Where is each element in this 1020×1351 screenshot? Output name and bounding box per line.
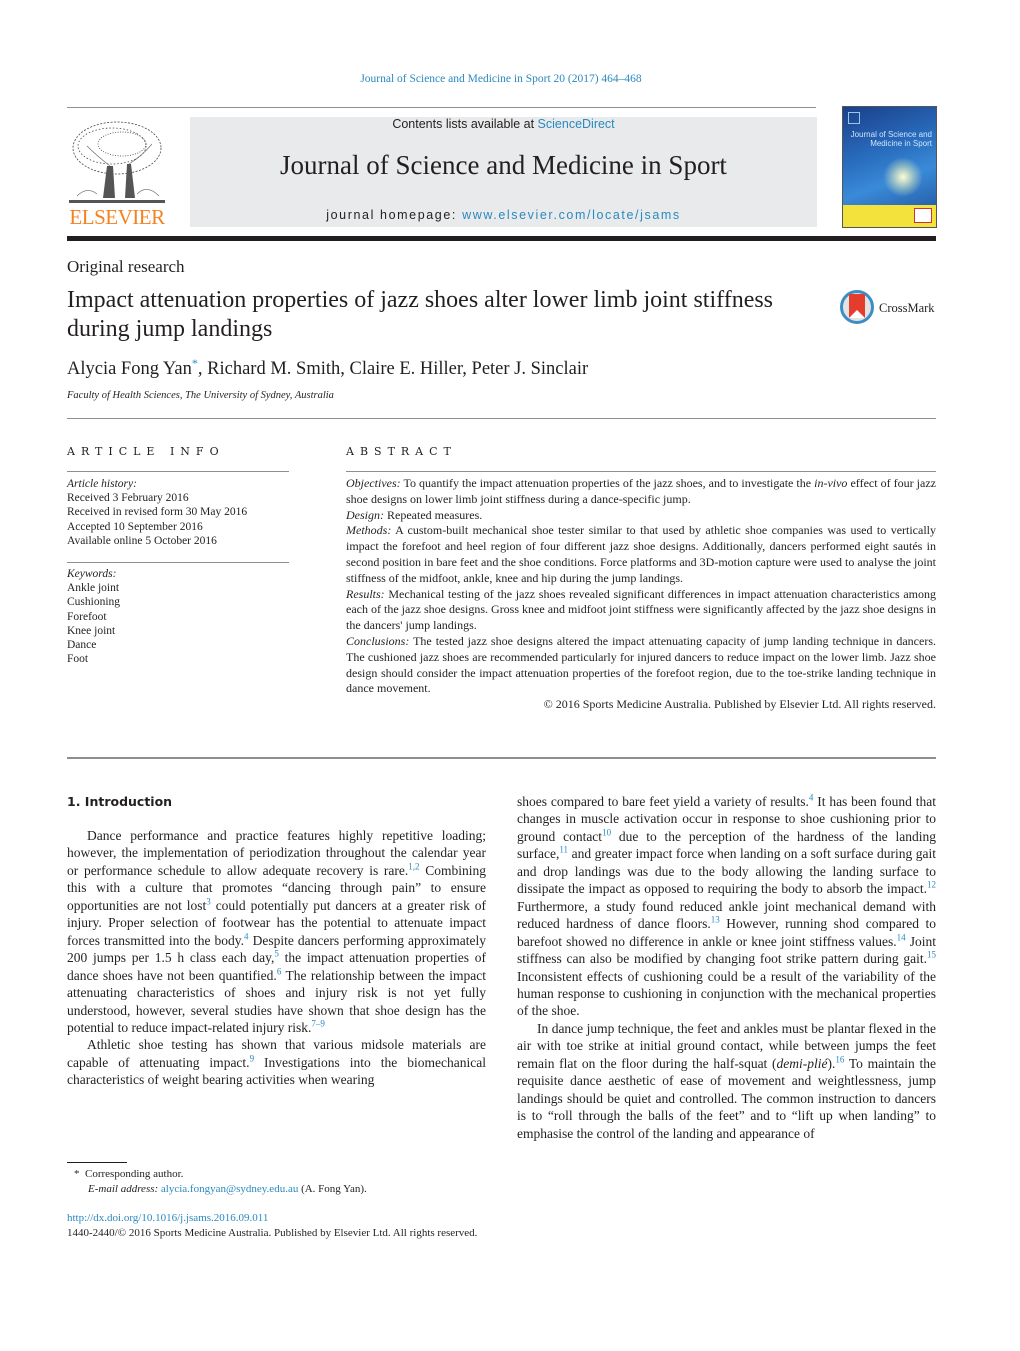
journal-citation[interactable]: Journal of Science and Medicine in Sport… — [0, 73, 1002, 85]
design-label: Design: — [346, 507, 384, 522]
issn-copyright: 1440-2440/© 2016 Sports Medicine Austral… — [67, 1226, 478, 1239]
results-label: Results: — [346, 586, 385, 601]
abstract-design: Design: Repeated measures. — [346, 508, 936, 524]
keywords-label: Keywords: — [67, 568, 117, 580]
methods-text: A custom-built mechanical shoe tester si… — [346, 523, 936, 585]
conclusions-text: The tested jazz shoe designs altered the… — [346, 633, 936, 696]
sciencedirect-link[interactable]: ScienceDirect — [538, 117, 615, 131]
cover-glow-graphic — [883, 157, 923, 197]
keyword: Foot — [67, 653, 89, 666]
objectives-italic: in-vivo — [814, 476, 848, 490]
article-title: Impact attenuation properties of jazz sh… — [67, 287, 774, 342]
article-history-label: Article history: — [67, 478, 137, 490]
crossmark-label: CrossMark — [879, 301, 935, 315]
footnote-email: E-mail address: alycia.fongyan@sydney.ed… — [67, 1182, 367, 1197]
doi-block: http://dx.doi.org/10.1016/j.jsams.2016.0… — [67, 1211, 477, 1240]
abstract-divider — [346, 471, 936, 472]
history-item: Available online 5 October 2016 — [67, 534, 217, 547]
crossmark-notch — [849, 310, 865, 318]
header-thick-rule — [67, 236, 936, 241]
contents-prefix: Contents lists available at — [392, 117, 538, 131]
email-suffix: (A. Fong Yan). — [298, 1183, 367, 1195]
contents-availability: Contents lists available at ScienceDirec… — [190, 117, 817, 131]
abstract-methods: Methods: A custom-built mechanical shoe … — [346, 523, 936, 586]
tree-icon — [69, 121, 165, 203]
abstract-results: Results: Mechanical testing of the jazz … — [346, 587, 936, 634]
citation-ref[interactable]: 10 — [602, 827, 611, 837]
body-column-right: shoes compared to bare feet yield a vari… — [517, 793, 936, 1142]
citation-ref[interactable]: 14 — [897, 932, 906, 942]
text: Inconsistent effects of cushioning could… — [517, 968, 936, 1019]
results-text: Mechanical testing of the jazz shoes rev… — [346, 586, 936, 633]
cover-title: Journal of Science and Medicine in Sport — [850, 130, 932, 148]
keyword: Dance — [67, 639, 97, 652]
article-type: Original research — [67, 257, 185, 276]
author-list: Alycia Fong Yan*, Richard M. Smith, Clai… — [67, 356, 588, 380]
journal-title: Journal of Science and Medicine in Sport — [280, 150, 727, 180]
cover-publisher-logo — [848, 112, 860, 124]
article-history: Article history: Received 3 February 201… — [67, 477, 289, 548]
text: shoes compared to bare feet yield a vari… — [517, 794, 809, 809]
footnote: * Corresponding author. E-mail address: … — [67, 1167, 367, 1197]
keyword: Knee joint — [67, 624, 116, 637]
article-info-divider — [67, 471, 289, 472]
section-heading: 1. Introduction — [67, 794, 173, 809]
footnote-text: Corresponding author. — [85, 1168, 184, 1180]
methods-label: Methods: — [346, 523, 392, 538]
paragraph: shoes compared to bare feet yield a vari… — [517, 793, 936, 1020]
author-corresponding[interactable]: Alycia Fong Yan — [67, 359, 192, 379]
article-info-heading: ARTICLE INFO — [67, 445, 225, 458]
homepage-link[interactable]: www.elsevier.com/locate/jsams — [462, 208, 681, 222]
keyword: Ankle joint — [67, 582, 120, 595]
objectives-text: To quantify the impact attenuation prope… — [400, 476, 815, 490]
cover-society-logo — [914, 208, 932, 223]
header-divider — [67, 107, 816, 108]
design-text: Repeated measures. — [384, 507, 483, 522]
keyword: Cushioning — [67, 596, 121, 609]
abstract-heading: ABSTRACT — [346, 445, 457, 458]
abstract-objectives: Objectives: To quantify the impact atten… — [346, 476, 936, 508]
body-column-left: Dance performance and practice features … — [67, 827, 486, 1089]
footnote-mark: * — [74, 1168, 80, 1180]
journal-homepage: journal homepage: www.elsevier.com/locat… — [190, 208, 817, 222]
history-item: Received 3 February 2016 — [67, 492, 189, 505]
paragraph: Dance performance and practice features … — [67, 827, 486, 1036]
abstract-copyright: © 2016 Sports Medicine Australia. Publis… — [543, 697, 936, 712]
citation-ref[interactable]: 1,2 — [408, 861, 419, 871]
text: and greater impact force when landing on… — [517, 846, 936, 897]
paragraph: Athletic shoe testing has shown that var… — [67, 1036, 486, 1088]
citation-ref[interactable]: 7–9 — [311, 1018, 325, 1028]
abstract-body: Objectives: To quantify the impact atten… — [346, 476, 936, 713]
homepage-prefix: journal homepage: — [326, 208, 463, 222]
objectives-label: Objectives: — [346, 476, 401, 490]
affiliation: Faculty of Health Sciences, The Universi… — [67, 390, 334, 401]
journal-cover-thumbnail[interactable]: Journal of Science and Medicine in Sport — [842, 106, 937, 228]
paragraph: In dance jump technique, the feet and an… — [517, 1020, 936, 1142]
keywords-divider — [67, 562, 289, 563]
history-item: Received in revised form 30 May 2016 — [67, 506, 248, 519]
keywords-list: Keywords: Ankle joint Cushioning Forefoo… — [67, 567, 289, 666]
elsevier-wordmark: ELSEVIER — [69, 205, 165, 229]
author-others: , Richard M. Smith, Claire E. Hiller, Pe… — [197, 359, 589, 380]
body-divider — [67, 757, 936, 759]
head-divider — [67, 418, 936, 419]
footnote-rule — [67, 1162, 127, 1163]
history-item: Accepted 10 September 2016 — [67, 520, 203, 533]
crossmark-button[interactable]: CrossMark — [840, 290, 940, 330]
abstract-conclusions: Conclusions: The tested jazz shoe design… — [346, 634, 936, 697]
citation-ref[interactable]: 12 — [927, 880, 936, 890]
citation-ref[interactable]: 15 — [927, 950, 936, 960]
conclusions-label: Conclusions: — [346, 633, 410, 648]
email-link[interactable]: alycia.fongyan@sydney.edu.au — [161, 1183, 298, 1195]
citation-ref[interactable]: 13 — [711, 915, 720, 925]
italic-term: demi-plié — [776, 1055, 828, 1071]
doi-link[interactable]: http://dx.doi.org/10.1016/j.jsams.2016.0… — [67, 1211, 477, 1226]
footnote-corresponding: * Corresponding author. — [67, 1167, 367, 1182]
email-label: E-mail address: — [88, 1183, 159, 1195]
citation-ref[interactable]: 16 — [835, 1054, 844, 1064]
citation-ref[interactable]: 11 — [559, 845, 568, 855]
keyword: Forefoot — [67, 610, 107, 623]
